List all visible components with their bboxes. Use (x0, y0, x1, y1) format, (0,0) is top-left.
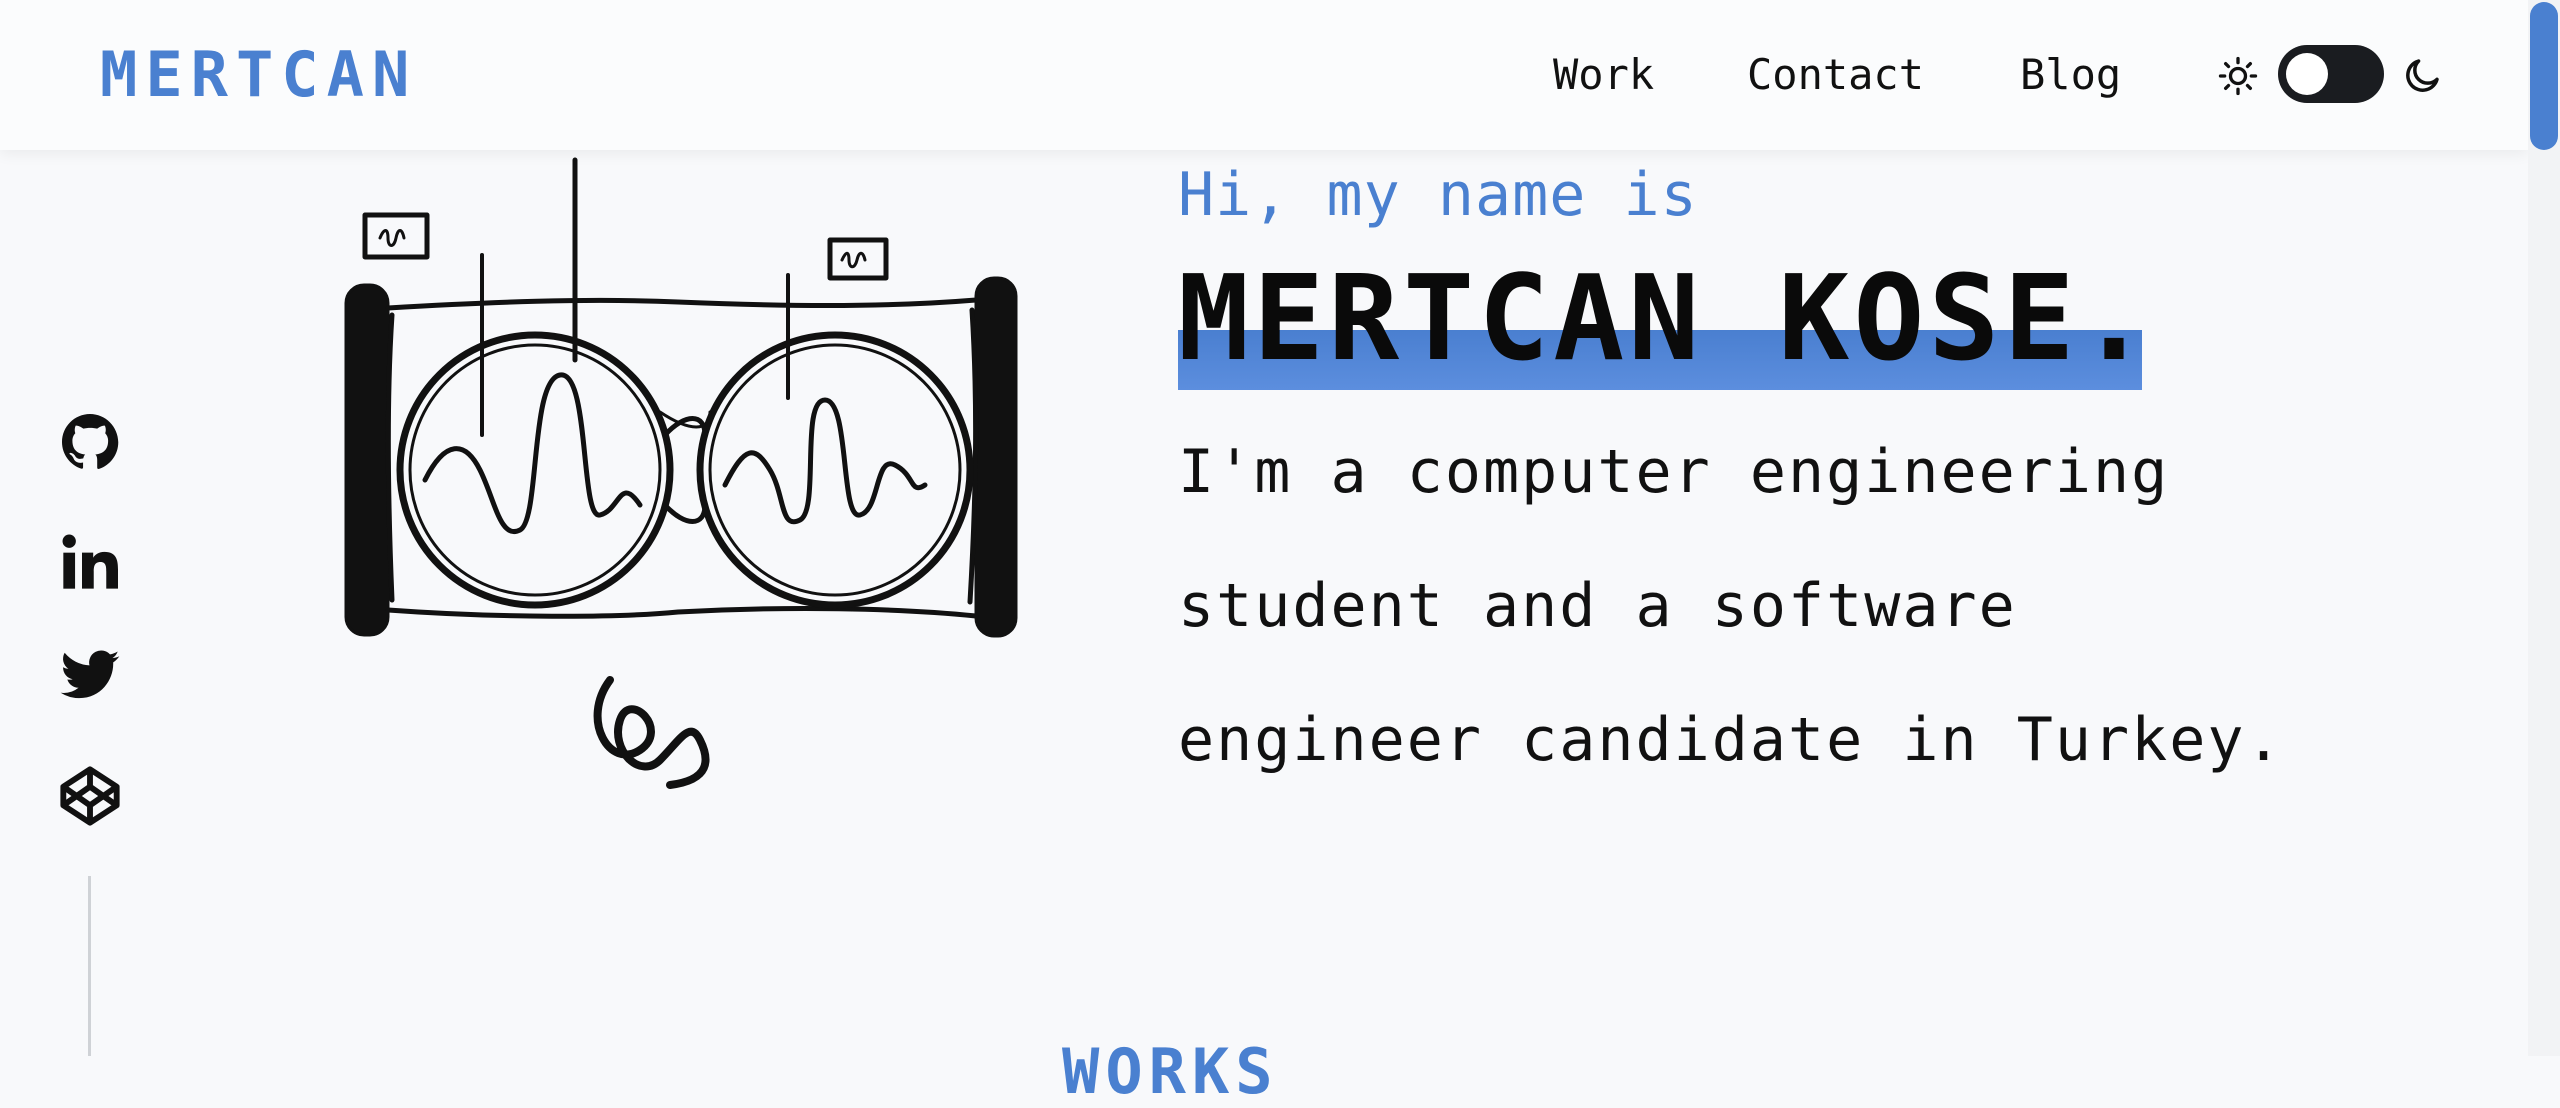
social-divider-line (88, 876, 91, 1056)
works-section-title: WORKS (1062, 1035, 1279, 1108)
bio-line: I'm a computer engineering (1178, 437, 2170, 507)
moon-icon (2406, 59, 2439, 92)
hero-name: MERTCAN KOSE. (1178, 249, 2154, 387)
hero-name-block: MERTCAN KOSE. (1178, 248, 2154, 390)
nav-link-contact[interactable]: Contact (1747, 50, 1924, 99)
codepen-icon[interactable] (58, 764, 122, 828)
bio-line: engineer candidate in Turkey. (1178, 705, 2284, 775)
bio-line: student and a software (1178, 571, 2017, 641)
toggle-knob (2286, 53, 2328, 95)
sun-icon (2218, 56, 2258, 96)
scrollbar[interactable] (2528, 0, 2560, 1056)
logo[interactable]: MERTCAN (100, 38, 417, 111)
nav-link-work[interactable]: Work (1553, 50, 1654, 99)
twitter-icon[interactable] (58, 644, 122, 708)
theme-toggle[interactable] (2278, 45, 2384, 103)
navbar: MERTCAN Work Contact Blog (0, 0, 2528, 150)
goggles-illustration (344, 157, 1018, 789)
linkedin-icon[interactable] (58, 530, 122, 594)
hero-greeting: Hi, my name is (1178, 160, 1698, 230)
github-icon[interactable] (58, 410, 122, 474)
scrollbar-thumb[interactable] (2530, 2, 2558, 150)
hero-bio: I'm a computer engineering student and a… (1178, 405, 2358, 807)
nav-link-blog[interactable]: Blog (2020, 50, 2121, 99)
